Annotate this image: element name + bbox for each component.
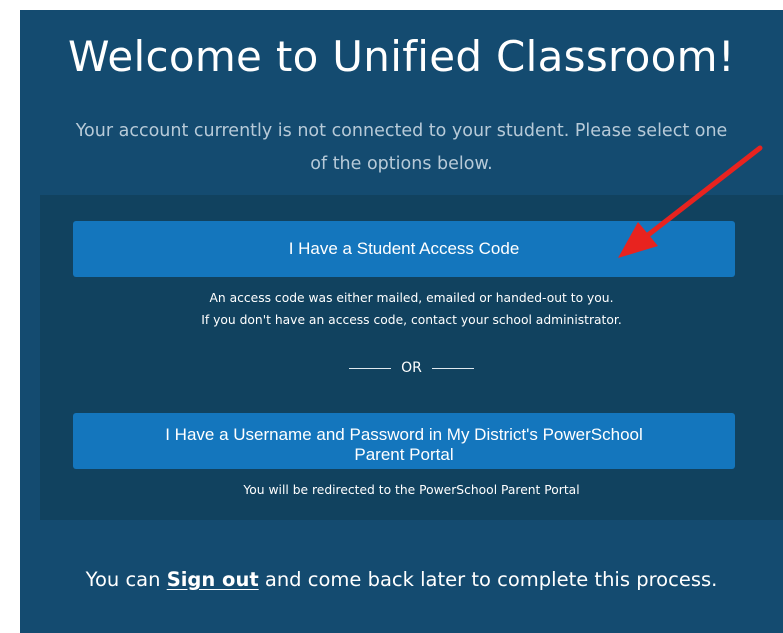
sign-out-message: You can Sign out and come back later to … [20,565,783,595]
portal-redirect-note: You will be redirected to the PowerSchoo… [243,483,580,497]
welcome-page: Welcome to Unified Classroom! Your accou… [20,10,783,633]
page-title: Welcome to Unified Classroom! [67,32,735,81]
access-code-note-line-1: An access code was either mailed, emaile… [209,291,614,305]
annotation-arrow-icon [618,145,763,258]
portal-button-line-2: Parent Portal [354,445,454,464]
subtitle-line-2: of the options below. [310,154,493,174]
sign-out-prefix: You can [85,568,167,591]
sign-out-link[interactable]: Sign out [167,568,259,591]
separator-line-right [431,367,474,369]
access-code-note-line-2: If you don't have an access code, contac… [201,313,622,327]
access-code-note: An access code was either mailed, emaile… [40,287,783,331]
or-separator: OR [40,357,783,379]
or-label: OR [401,360,422,376]
parent-portal-login-button[interactable]: I Have a Username and Password in My Dis… [73,413,735,469]
separator-line-left [349,367,392,369]
subtitle-line-1: Your account currently is not connected … [75,121,728,141]
sign-out-suffix: and come back later to complete this pro… [258,568,718,591]
portal-button-line-1: I Have a Username and Password in My Dis… [165,425,643,444]
